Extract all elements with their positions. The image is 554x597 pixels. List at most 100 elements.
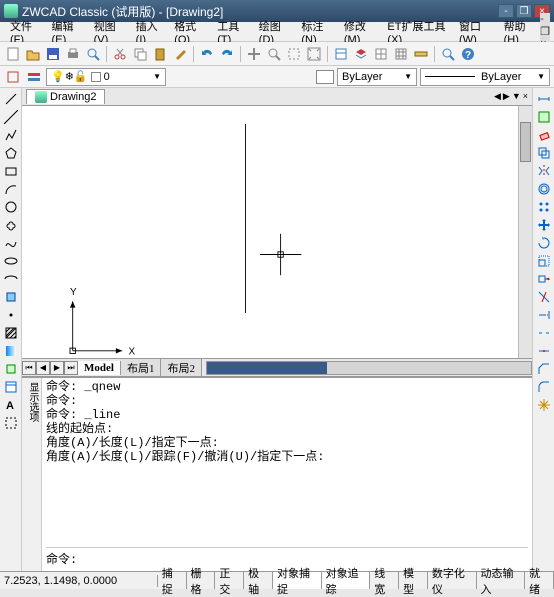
tab-prev-icon[interactable]: ◀ [494, 91, 501, 102]
chamfer-tool-icon[interactable] [535, 360, 553, 377]
model-tab[interactable]: Model [78, 361, 121, 375]
cut-icon[interactable] [111, 45, 129, 63]
status-1[interactable]: 栅格 [187, 572, 216, 589]
explode-tool-icon[interactable] [535, 396, 553, 413]
color-swatch[interactable] [316, 70, 334, 84]
vertical-scrollbar[interactable] [518, 106, 532, 358]
status-7[interactable]: 模型 [399, 572, 428, 589]
mtext-tool-icon[interactable]: A [2, 396, 20, 413]
stretch-tool-icon[interactable] [535, 270, 553, 287]
spline-tool-icon[interactable] [2, 234, 20, 251]
cmd-opt-icon[interactable]: 显示选项 [24, 382, 39, 422]
join-tool-icon[interactable] [535, 342, 553, 359]
rect-tool-icon[interactable] [2, 162, 20, 179]
color-dropdown[interactable]: ByLayer▼ [337, 68, 417, 86]
doc-tab-active[interactable]: Drawing2 [26, 89, 105, 104]
point-tool-icon[interactable] [2, 306, 20, 323]
status-8[interactable]: 数字化仪 [428, 572, 477, 589]
tab-next-icon[interactable]: ▶ [50, 361, 64, 375]
area-tool-icon[interactable] [535, 108, 553, 125]
hatch-tool-icon[interactable] [2, 324, 20, 341]
mirror-tool-icon[interactable] [535, 162, 553, 179]
arc-tool-icon[interactable] [2, 180, 20, 197]
array-tool-icon[interactable] [535, 198, 553, 215]
preview-icon[interactable] [84, 45, 102, 63]
circle-tool-icon[interactable] [2, 198, 20, 215]
tab-first-icon[interactable]: ⏮ [22, 361, 36, 375]
erase-tool-icon[interactable] [535, 126, 553, 143]
revcloud-tool-icon[interactable] [2, 216, 20, 233]
extend-tool-icon[interactable] [535, 306, 553, 323]
status-5[interactable]: 对象追踪 [322, 572, 371, 589]
drawing-canvas[interactable]: X Y [22, 106, 532, 358]
new-icon[interactable] [4, 45, 22, 63]
xline-tool-icon[interactable] [2, 108, 20, 125]
status-10[interactable]: 就绪 [525, 572, 554, 589]
layers-icon[interactable] [352, 45, 370, 63]
pan-icon[interactable] [245, 45, 263, 63]
print-icon[interactable] [64, 45, 82, 63]
zoomext-icon[interactable] [305, 45, 323, 63]
menubar: 文件(F)编辑(E)视图(V)插入(I)格式(O)工具(T)绘图(D)标注(N)… [0, 22, 554, 42]
fillet-tool-icon[interactable] [535, 378, 553, 395]
color-value: ByLayer [342, 71, 382, 83]
layer-manager-icon[interactable] [25, 68, 43, 86]
save-icon[interactable] [44, 45, 62, 63]
zoom-icon[interactable] [265, 45, 283, 63]
status-0[interactable]: 捕捉 [158, 572, 187, 589]
table-icon[interactable] [372, 45, 390, 63]
tab-list-icon[interactable]: ▼ [512, 91, 521, 102]
line-tool-icon[interactable] [2, 90, 20, 107]
layer-dropdown[interactable]: 💡❄🔓 0 ▼ [46, 68, 166, 86]
redo-icon[interactable] [218, 45, 236, 63]
copy-tool-icon[interactable] [535, 144, 553, 161]
status-2[interactable]: 正交 [215, 572, 244, 589]
doc-minimize-button[interactable]: - [540, 13, 550, 25]
polygon-tool-icon[interactable] [2, 144, 20, 161]
status-6[interactable]: 线宽 [370, 572, 399, 589]
zoom2-icon[interactable] [439, 45, 457, 63]
brush-icon[interactable] [171, 45, 189, 63]
layer-isolate-icon[interactable] [4, 68, 22, 86]
linetype-dropdown[interactable]: ByLayer▼ [420, 68, 550, 86]
open-icon[interactable] [24, 45, 42, 63]
move-tool-icon[interactable] [535, 216, 553, 233]
dist-tool-icon[interactable] [535, 90, 553, 107]
document-area: Drawing2 ◀ ▶ ▼ × [22, 88, 532, 571]
paste-icon[interactable] [151, 45, 169, 63]
help-icon[interactable]: ? [459, 45, 477, 63]
props-icon[interactable] [332, 45, 350, 63]
offset-tool-icon[interactable] [535, 180, 553, 197]
doc-tab-nav: ◀ ▶ ▼ × [494, 91, 528, 102]
trim-tool-icon[interactable] [535, 288, 553, 305]
grid-icon[interactable] [392, 45, 410, 63]
layout2-tab[interactable]: 布局2 [161, 359, 202, 377]
status-3[interactable]: 极轴 [244, 572, 273, 589]
block-tool-icon[interactable] [2, 288, 20, 305]
copy-icon[interactable] [131, 45, 149, 63]
tab-last-icon[interactable]: ⏭ [64, 361, 78, 375]
pline-tool-icon[interactable] [2, 126, 20, 143]
ellipsearc-tool-icon[interactable] [2, 270, 20, 287]
horizontal-scrollbar[interactable] [206, 361, 532, 375]
linetype-value: ByLayer [481, 71, 521, 83]
tab-close-icon[interactable]: × [523, 91, 528, 102]
break-tool-icon[interactable] [535, 324, 553, 341]
status-4[interactable]: 对象捕捉 [273, 572, 322, 589]
gradient-tool-icon[interactable] [2, 342, 20, 359]
doc-restore-button[interactable]: ❐ [540, 25, 550, 38]
layout1-tab[interactable]: 布局1 [121, 359, 162, 377]
tab-next-icon[interactable]: ▶ [503, 91, 510, 102]
undo-icon[interactable] [198, 45, 216, 63]
measure-icon[interactable] [412, 45, 430, 63]
tab-prev-icon[interactable]: ◀ [36, 361, 50, 375]
table2-tool-icon[interactable] [2, 378, 20, 395]
rotate-tool-icon[interactable] [535, 234, 553, 251]
region-tool-icon[interactable] [2, 360, 20, 377]
boundary-tool-icon[interactable] [2, 414, 20, 431]
status-9[interactable]: 动态输入 [477, 572, 526, 589]
zoomwin-icon[interactable] [285, 45, 303, 63]
ellipse-tool-icon[interactable] [2, 252, 20, 269]
scale-tool-icon[interactable] [535, 252, 553, 269]
layer-toolbar: 💡❄🔓 0 ▼ ByLayer▼ ByLayer▼ [0, 66, 554, 88]
